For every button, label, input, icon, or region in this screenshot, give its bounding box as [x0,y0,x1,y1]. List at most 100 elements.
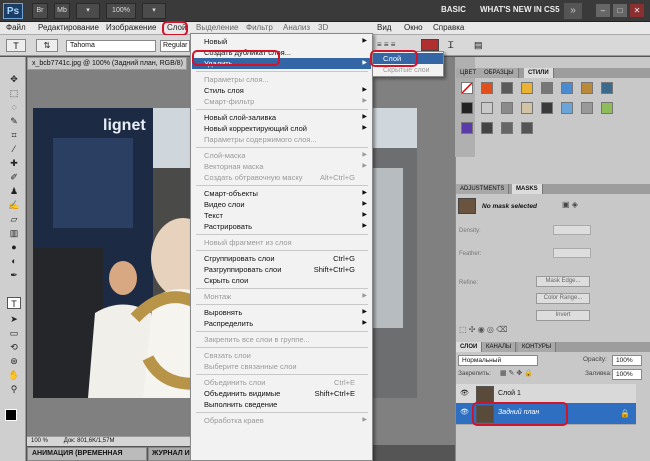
style-swatch[interactable] [541,102,553,114]
layer-menu-item[interactable]: Создать обтравочную маску Alt+Ctrl+G [192,172,371,183]
menu-filter[interactable]: Фильтр [246,23,273,32]
style-swatch[interactable] [581,82,593,94]
layer-menu-item[interactable]: Параметры содержимого слоя... [192,134,371,145]
blend-mode-select[interactable]: Нормальный [458,355,538,366]
menu-view[interactable]: Вид [377,23,391,32]
style-swatch[interactable] [501,82,513,94]
3d-orbit-tool-icon[interactable]: ⊛ [7,355,21,367]
clone-stamp-tool-icon[interactable]: ♟ [7,185,21,197]
style-swatch[interactable] [541,82,553,94]
arrange-documents-button[interactable]: ▾ [142,3,166,19]
style-swatch[interactable] [521,82,533,94]
style-swatch[interactable] [521,102,533,114]
workspace-more-icon[interactable]: » [564,3,582,19]
crop-tool-icon[interactable]: ⌗ [7,129,21,141]
invert-button[interactable]: Invert [536,310,590,321]
eyedropper-tool-icon[interactable]: ⁄ [7,143,21,155]
layer-menu-item[interactable]: Объединить слои Ctrl+E [192,377,371,388]
tab-layers[interactable]: СЛОИ [456,342,483,352]
color-range-button[interactable]: Color Range... [536,293,590,304]
opacity-field[interactable]: 100% [612,355,642,366]
layer-menu-item[interactable]: Выполнить сведение [192,399,371,410]
style-swatch[interactable] [601,102,613,114]
text-tool-preset-icon[interactable]: T [6,39,26,52]
tab-color[interactable]: ЦВЕТ [456,68,482,78]
layer-menu-item[interactable]: Новый фрагмент из слоя [192,237,371,248]
workspace-basic[interactable]: BASIC [441,5,466,14]
menu-3d[interactable]: 3D [318,23,328,32]
tab-swatches[interactable]: ОБРАЗЦЫ [480,68,519,78]
text-orientation-icon[interactable]: ⇅ [36,39,58,52]
style-swatch[interactable] [481,82,493,94]
layer-menu-item[interactable]: Новый корректирующий слой ▶ [192,123,371,134]
layer-menu-item[interactable]: Сгруппировать слои Ctrl+G [192,253,371,264]
hand-tool-icon[interactable]: ✋ [7,369,21,381]
layer-menu-item[interactable]: Распределить ▶ [192,318,371,329]
style-swatch[interactable] [501,102,513,114]
type-tool-icon[interactable]: T [7,297,21,309]
visibility-eye-icon[interactable]: 👁 [460,390,469,398]
layer-menu-item[interactable]: Выберите связанные слои [192,361,371,372]
mask-type-icons[interactable]: ▣ ◈ [562,200,588,212]
lasso-tool-icon[interactable]: ◌ [7,101,21,113]
layer-menu-item[interactable]: Видео слои ▶ [192,199,371,210]
tab-masks[interactable]: MASKS [512,184,543,194]
layer-menu-item[interactable]: Новый слой-заливка ▶ [192,112,371,123]
layer-menu-item[interactable]: Новый ▶ [192,36,371,47]
move-tool-icon[interactable]: ✥ [7,73,21,85]
quick-select-tool-icon[interactable]: ✎ [7,115,21,127]
style-swatch[interactable] [501,122,513,134]
layer-menu-item[interactable]: Смарт-фильтр ▶ [192,96,371,107]
style-swatch[interactable] [581,102,593,114]
maximize-icon[interactable]: □ [613,4,627,17]
visibility-eye-icon[interactable]: 👁 [460,409,469,417]
text-color-swatch[interactable] [421,39,439,51]
layer-menu-item[interactable]: Текст ▶ [192,210,371,221]
pen-tool-icon[interactable]: ✒ [7,269,21,281]
blur-tool-icon[interactable]: ● [7,241,21,253]
3d-rotate-tool-icon[interactable]: ⟲ [7,341,21,353]
document-tab[interactable]: x_bcb7741c.jpg @ 100% (Задний план, RGB/… [27,57,187,70]
character-panel-icon[interactable]: ▤ [474,39,486,52]
layer-menu-item[interactable]: Закрепить все слои в группе... [192,334,371,345]
dodge-tool-icon[interactable]: ◐ [7,255,21,267]
style-swatch[interactable] [461,102,473,114]
style-swatch[interactable] [601,82,613,94]
history-brush-tool-icon[interactable]: ✍ [7,199,21,211]
style-swatch[interactable] [461,122,473,134]
path-select-tool-icon[interactable]: ➤ [7,313,21,325]
fill-field[interactable]: 100% [612,369,642,380]
mini-bridge-button[interactable]: Mb [54,3,70,19]
lock-icons[interactable]: ▦ ✎ ✥ 🔒 [500,369,533,377]
healing-tool-icon[interactable]: ✚ [7,157,21,169]
bridge-button[interactable]: Br [32,3,48,19]
layer-menu-item[interactable]: Связать слои [192,350,371,361]
masks-bottom-icons[interactable]: ⬚ ✣ ◉ ◎ ⌫ [459,325,589,337]
animation-panel-tab[interactable]: АНИМАЦИЯ (ВРЕМЕННАЯ ШКАЛА) [27,447,147,461]
brush-tool-icon[interactable]: ✐ [7,171,21,183]
style-swatch[interactable] [561,82,573,94]
workspace-whats-new[interactable]: WHAT'S NEW IN CS5 [480,5,560,14]
shape-tool-icon[interactable]: ▭ [7,327,21,339]
style-swatch[interactable] [461,82,473,94]
tab-paths[interactable]: КОНТУРЫ [518,342,557,352]
layer-menu-item[interactable]: Растрировать ▶ [192,221,371,232]
marquee-tool-icon[interactable]: ⬚ [7,87,21,99]
menu-image[interactable]: Изображение [106,23,156,32]
warp-text-icon[interactable]: Ꮖ [448,39,460,52]
menu-file[interactable]: Файл [6,23,26,32]
zoom-level-select[interactable]: 100% [106,3,136,19]
layer-menu-item[interactable]: Параметры слоя... [192,74,371,85]
layer-menu-item[interactable]: Векторная маска ▶ [192,161,371,172]
density-field[interactable] [553,225,591,235]
gradient-tool-icon[interactable]: ▥ [7,227,21,239]
foreground-color-swatch[interactable] [5,409,17,421]
layer-menu-item[interactable]: Выровнять ▶ [192,307,371,318]
eraser-tool-icon[interactable]: ▱ [7,213,21,225]
menu-select[interactable]: Выделение [196,23,238,32]
layer-menu-item[interactable]: Скрыть слои [192,275,371,286]
view-extras-button[interactable]: ▾ [76,3,100,19]
font-family-select[interactable]: Tahoma [66,40,156,52]
layer-menu-item[interactable]: Объединить видимые Shift+Ctrl+E [192,388,371,399]
style-swatch[interactable] [481,102,493,114]
